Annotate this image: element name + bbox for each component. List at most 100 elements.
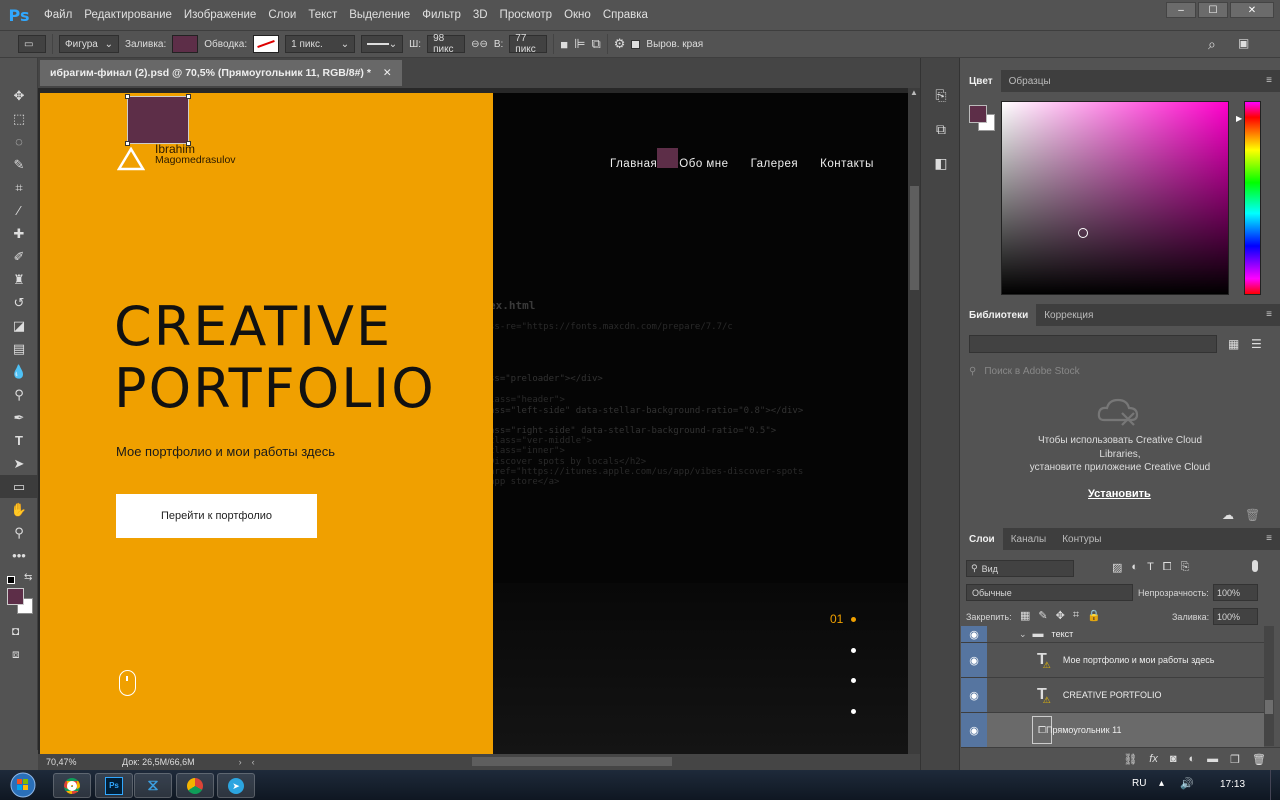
history-panel-icon[interactable]: ⎘ [921, 78, 961, 112]
show-desktop-button[interactable] [1270, 770, 1280, 800]
type-tool-icon[interactable]: T [0, 429, 38, 452]
pixel-filter-icon[interactable]: ▨ [1112, 561, 1122, 574]
taskbar-chrome-icon[interactable] [176, 773, 214, 798]
scroll-up-icon[interactable]: ▲ [910, 88, 918, 97]
layers-scrollbar[interactable] [1264, 626, 1274, 746]
hand-tool-icon[interactable]: ✋ [0, 498, 38, 521]
shape-filter-icon[interactable]: ⧠ [1163, 561, 1172, 574]
swap-colors-icon[interactable]: ⇆ [24, 572, 32, 583]
fx-icon[interactable]: fx [1149, 753, 1158, 765]
path-alignment-icon[interactable]: ⊫ [574, 36, 585, 52]
cloud-sync-icon[interactable]: ☁ [1222, 508, 1234, 522]
quick-mask-icon[interactable]: ◘ [12, 624, 19, 638]
start-button[interactable] [4, 770, 42, 800]
healing-brush-tool-icon[interactable]: ✚ [0, 222, 38, 245]
expand-chevron-icon[interactable]: ⌄ [1019, 629, 1027, 640]
stamp-tool-icon[interactable]: ♜ [0, 268, 38, 291]
lasso-tool-icon[interactable]: ◌ [0, 130, 38, 153]
lock-artboard-icon[interactable]: ⌗ [1073, 609, 1079, 622]
minimize-button[interactable]: – [1166, 2, 1196, 18]
tab-adjustments[interactable]: Коррекция [1036, 304, 1101, 326]
menu-file[interactable]: Файл [38, 9, 78, 21]
stroke-type-select[interactable]: ⌄ [361, 35, 404, 53]
rectangle-11-shape[interactable] [125, 94, 191, 146]
type-filter-icon[interactable]: T [1147, 561, 1154, 574]
doc-size[interactable]: Док: 26,5M/66,6M [122, 757, 195, 767]
lock-all-icon[interactable]: 🔒 [1087, 609, 1101, 622]
adjustments-panel-icon[interactable]: ◧ [921, 146, 961, 180]
properties-panel-icon[interactable]: ⧉ [921, 112, 961, 146]
scroll-left-icon[interactable]: ‹ [252, 757, 255, 767]
lock-transparency-icon[interactable]: ▦ [1020, 609, 1030, 622]
zoom-level[interactable]: 70,47% [46, 757, 96, 767]
align-edges-checkbox[interactable] [631, 39, 641, 49]
visibility-eye-icon[interactable]: ◉ [961, 678, 987, 712]
library-select[interactable] [969, 335, 1217, 353]
horizontal-scroll-thumb[interactable] [472, 757, 672, 766]
tab-swatches[interactable]: Образцы [1001, 70, 1059, 92]
eraser-tool-icon[interactable]: ◪ [0, 314, 38, 337]
fill-field[interactable]: 100% [1213, 608, 1258, 625]
dodge-tool-icon[interactable]: ⚲ [0, 383, 38, 406]
stroke-swatch[interactable] [253, 35, 280, 53]
visibility-eye-icon[interactable]: ◉ [961, 713, 987, 747]
add-mask-icon[interactable]: ◙ [1170, 753, 1177, 765]
adjustment-filter-icon[interactable]: ◐ [1131, 561, 1138, 574]
quick-select-tool-icon[interactable]: ✎ [0, 153, 38, 176]
adjustment-layer-icon[interactable]: ◐ [1189, 753, 1196, 765]
color-field[interactable] [1001, 101, 1229, 295]
move-tool-icon[interactable]: ✥ [0, 84, 38, 107]
foreground-color-chip[interactable] [969, 105, 987, 123]
link-icon[interactable]: ⊖⊖ [471, 39, 488, 50]
menu-select[interactable]: Выделение [343, 9, 416, 21]
path-operations-icon[interactable]: ■ [560, 37, 568, 52]
list-view-icon[interactable]: ☰ [1251, 337, 1262, 351]
taskbar-vscode-icon[interactable]: ⧖ [134, 773, 172, 798]
default-colors-icon[interactable] [7, 576, 15, 584]
lock-pixels-icon[interactable]: ✎ [1038, 609, 1047, 622]
stock-search[interactable]: ⚲ Поиск в Adobe Stock [969, 362, 1269, 380]
vertical-scroll-thumb[interactable] [910, 186, 919, 290]
height-field[interactable]: 77 пикс [509, 33, 548, 55]
gear-icon[interactable]: ⚙ [614, 36, 626, 52]
hue-slider[interactable] [1244, 101, 1261, 295]
link-layers-icon[interactable]: ⛓ [1123, 753, 1137, 766]
close-button[interactable]: ✕ [1230, 2, 1274, 18]
grid-view-icon[interactable]: ▦ [1228, 337, 1239, 351]
install-link[interactable]: Установить [1088, 488, 1151, 500]
tool-preset-picker[interactable]: ▭ [18, 35, 46, 53]
layer-row-text[interactable]: ◉ T ⚠ Мое портфолио и мои работы здесь [961, 643, 1264, 678]
color-picker-cursor[interactable] [1078, 228, 1088, 238]
new-layer-icon[interactable]: ❐ [1230, 753, 1240, 766]
menu-image[interactable]: Изображение [178, 9, 262, 21]
tab-channels[interactable]: Каналы [1003, 528, 1055, 550]
transform-handle[interactable] [125, 141, 130, 146]
tab-layers[interactable]: Слои [961, 528, 1003, 550]
maximize-button[interactable]: ☐ [1198, 2, 1228, 18]
menu-layers[interactable]: Слои [262, 9, 302, 21]
new-group-icon[interactable]: ▬ [1207, 753, 1218, 765]
taskbar-chrome-icon[interactable] [53, 773, 91, 798]
volume-icon[interactable]: 🔊 [1180, 777, 1194, 790]
clock[interactable]: 17:13 [1220, 779, 1245, 790]
blur-tool-icon[interactable]: 💧 [0, 360, 38, 383]
history-brush-tool-icon[interactable]: ↺ [0, 291, 38, 314]
menu-type[interactable]: Текст [302, 9, 343, 21]
foreground-color-swatch[interactable] [7, 588, 24, 605]
stroke-size-field[interactable]: 1 пикс. ⌄ [285, 35, 356, 53]
search-icon[interactable]: ⌕ [1208, 36, 1216, 53]
filter-toggle[interactable] [1252, 560, 1258, 572]
screen-mode-icon[interactable]: ⧈ [12, 647, 20, 662]
blend-mode-select[interactable]: Обычные [966, 584, 1133, 601]
width-field[interactable]: 98 пикс [427, 33, 466, 55]
transform-handle[interactable] [125, 94, 130, 99]
smart-object-filter-icon[interactable]: ⎘ [1181, 561, 1190, 574]
layers-scroll-thumb[interactable] [1265, 700, 1273, 714]
visibility-eye-icon[interactable]: ◉ [961, 626, 987, 642]
menu-help[interactable]: Справка [597, 9, 654, 21]
lock-position-icon[interactable]: ✥ [1056, 609, 1065, 622]
menu-3d[interactable]: 3D [467, 9, 494, 21]
gradient-tool-icon[interactable]: ▤ [0, 337, 38, 360]
more-tools-icon[interactable]: ••• [0, 544, 38, 567]
close-tab-icon[interactable]: ✕ [383, 67, 392, 79]
